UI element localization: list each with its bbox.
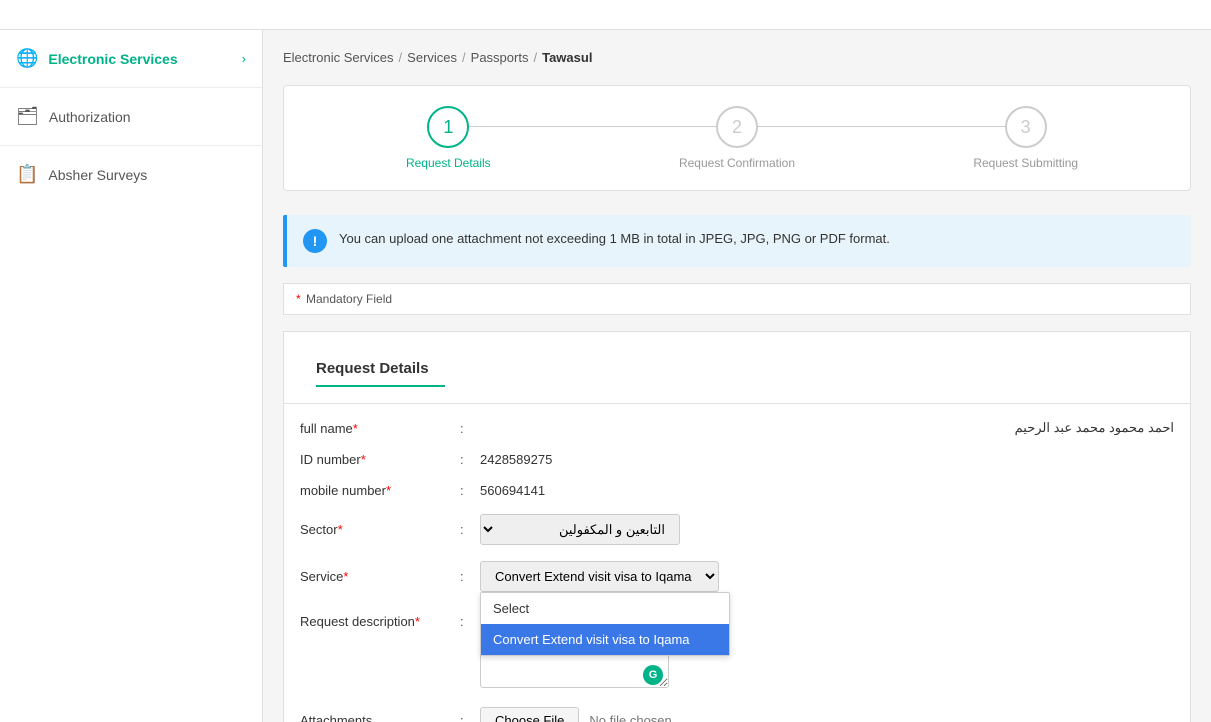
service-dropdown-option-select[interactable]: Select [481, 593, 729, 624]
mobile-label: mobile number* [300, 483, 460, 498]
step-number-3: 3 [1021, 117, 1031, 138]
service-dropdown-list: Select Convert Extend visit visa to Iqam… [480, 592, 730, 656]
sector-colon: : [460, 522, 480, 537]
service-colon: : [460, 569, 480, 584]
form-row-idnumber: ID number* : 2428589275 [300, 452, 1174, 467]
form-body: full name* : احمد محمود محمد عبد الرحيم … [284, 404, 1190, 722]
mobile-value: 560694141 [480, 483, 1174, 498]
breadcrumb-link-electronic-services[interactable]: Electronic Services [283, 50, 394, 65]
sector-select[interactable]: التابعين و المكفولين [480, 514, 680, 545]
form-row-sector: Sector* : التابعين و المكفولين [300, 514, 1174, 545]
authorization-icon: 🗂 [16, 106, 39, 127]
file-name-text: No file chosen [589, 713, 671, 722]
service-select[interactable]: Select Convert Extend visit visa to Iqam… [480, 561, 719, 592]
alert-banner: ! You can upload one attachment not exce… [283, 215, 1191, 267]
attachments-label: Attachments [300, 713, 460, 722]
breadcrumb-sep-1: / [399, 50, 403, 65]
breadcrumb-link-services[interactable]: Services [407, 50, 457, 65]
mandatory-text: Mandatory Field [306, 292, 392, 306]
breadcrumb-sep-3: / [533, 50, 537, 65]
idnumber-label: ID number* [300, 452, 460, 467]
breadcrumb-link-passports[interactable]: Passports [471, 50, 529, 65]
stepper: 1 Request Details 2 Request Confirmation… [283, 85, 1191, 191]
fullname-colon: : [460, 421, 480, 436]
mandatory-star: * [296, 292, 301, 306]
globe-icon: 🌐 [16, 48, 38, 69]
form-row-fullname: full name* : احمد محمود محمد عبد الرحيم [300, 420, 1174, 436]
form-section-title-wrapper: Request Details [284, 332, 1190, 404]
step-circle-1: 1 [427, 106, 469, 148]
description-label: Request description* [300, 608, 460, 629]
fullname-value: احمد محمود محمد عبد الرحيم [480, 420, 1174, 436]
service-dropdown-container: Select Convert Extend visit visa to Iqam… [480, 561, 719, 592]
file-input-wrapper: Choose File No file chosen [480, 707, 672, 722]
sidebar-item-label: Electronic Services [48, 51, 177, 67]
surveys-icon: 📋 [16, 164, 38, 185]
form-row-mobile: mobile number* : 560694141 [300, 483, 1174, 498]
service-label: Service* [300, 569, 460, 584]
fullname-label: full name* [300, 421, 460, 436]
sidebar-item-authorization[interactable]: 🗂 Authorization [0, 88, 262, 146]
step-number-2: 2 [732, 117, 742, 138]
main-layout: 🌐 Electronic Services › 🗂 Authorization … [0, 30, 1211, 722]
service-dropdown-option-convert[interactable]: Convert Extend visit visa to Iqama [481, 624, 729, 655]
choose-file-button[interactable]: Choose File [480, 707, 579, 722]
mobile-colon: : [460, 483, 480, 498]
breadcrumb: Electronic Services / Services / Passpor… [283, 50, 1191, 65]
idnumber-value: 2428589275 [480, 452, 1174, 467]
idnumber-colon: : [460, 452, 480, 467]
step-circle-3: 3 [1005, 106, 1047, 148]
sector-select-wrapper: التابعين و المكفولين [480, 514, 680, 545]
sector-label: Sector* [300, 522, 460, 537]
breadcrumb-current: Tawasul [542, 50, 592, 65]
grammarly-icon: G [643, 665, 663, 685]
sidebar-surveys-label: Absher Surveys [48, 167, 147, 183]
chevron-right-icon: › [242, 51, 246, 66]
sidebar: 🌐 Electronic Services › 🗂 Authorization … [0, 30, 263, 722]
mandatory-note: * Mandatory Field [283, 283, 1191, 315]
form-row-attachments: Attachments : Choose File No file chosen [300, 707, 1174, 722]
sidebar-auth-label: Authorization [49, 109, 131, 125]
sidebar-item-absher-surveys[interactable]: 📋 Absher Surveys [0, 146, 262, 203]
info-icon: ! [303, 229, 327, 253]
attachments-colon: : [460, 713, 480, 722]
step-circle-2: 2 [716, 106, 758, 148]
content-area: Electronic Services / Services / Passpor… [263, 30, 1211, 722]
top-bar [0, 0, 1211, 30]
breadcrumb-sep-2: / [462, 50, 466, 65]
step-3: 3 Request Submitting [881, 106, 1170, 170]
form-section-title: Request Details [316, 346, 445, 387]
form-row-description: Request description* : G [300, 608, 1174, 691]
sidebar-item-electronic-services[interactable]: 🌐 Electronic Services › [0, 30, 262, 88]
alert-text: You can upload one attachment not exceed… [339, 229, 890, 249]
step-1: 1 Request Details [304, 106, 593, 170]
description-colon: : [460, 608, 480, 629]
form-row-service: Service* : Select Convert Extend visit v… [300, 561, 1174, 592]
step-label-2: Request Confirmation [679, 156, 795, 170]
step-2: 2 Request Confirmation [593, 106, 882, 170]
form-section: Request Details full name* : احمد محمود … [283, 331, 1191, 722]
step-label-1: Request Details [406, 156, 491, 170]
step-label-3: Request Submitting [973, 156, 1078, 170]
step-number-1: 1 [443, 117, 453, 138]
